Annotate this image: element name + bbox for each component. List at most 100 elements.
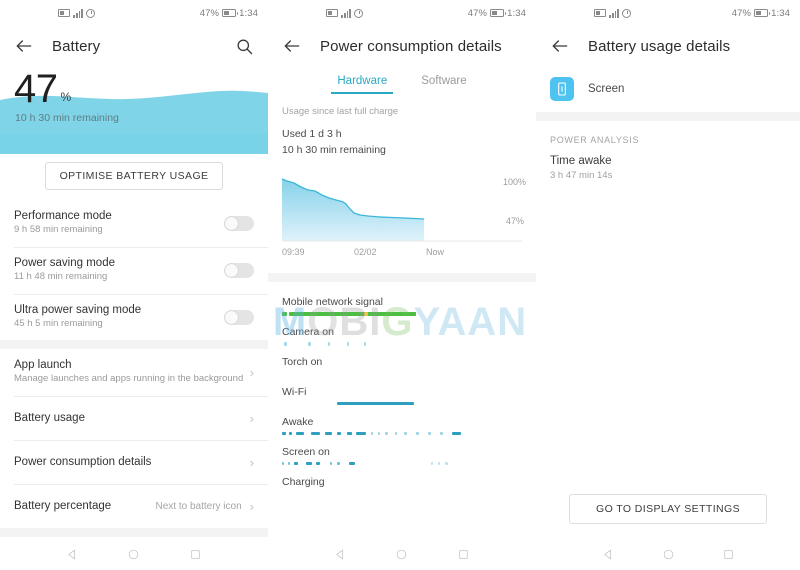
row-title: Power saving mode xyxy=(14,256,115,269)
back-arrow-icon[interactable] xyxy=(14,36,34,56)
tab-hardware[interactable]: Hardware xyxy=(331,70,394,94)
hw-segment xyxy=(349,461,356,465)
hw-segment xyxy=(356,431,366,435)
phone-screen-battery-usage-details: 47% 1:34 Battery usage details Screen PO… xyxy=(536,0,800,570)
status-bar-left-icons xyxy=(594,8,632,18)
tab-bar: Hardware Software xyxy=(268,66,536,94)
hw-timeline xyxy=(282,401,522,406)
row-battery-percentage[interactable]: Battery percentage Next to battery icon … xyxy=(0,484,268,528)
display-settings-button-wrap: GO TO DISPLAY SETTINGS xyxy=(536,494,800,538)
search-icon[interactable] xyxy=(235,37,254,56)
hw-segment xyxy=(363,311,369,316)
app-bar-battery: Battery xyxy=(0,26,268,66)
hw-segment xyxy=(378,431,381,435)
go-to-display-settings-button[interactable]: GO TO DISPLAY SETTINGS xyxy=(569,494,767,524)
optimise-battery-usage-button[interactable]: OPTIMISE BATTERY USAGE xyxy=(44,162,224,190)
power-saving-mode-toggle[interactable] xyxy=(224,262,254,278)
back-nav-icon[interactable] xyxy=(66,548,79,561)
panel3-filler xyxy=(536,191,800,494)
battery-hero-fill xyxy=(0,134,268,154)
hw-segment xyxy=(294,461,298,465)
home-nav-icon[interactable] xyxy=(662,548,675,561)
app-bar-battery-usage-details: Battery usage details xyxy=(536,26,800,66)
hw-segment xyxy=(315,461,321,465)
analysis-title: Time awake xyxy=(550,155,612,167)
chart-y-tick-47: 47% xyxy=(505,215,524,226)
row-title: Battery percentage xyxy=(14,500,112,513)
page-title: Power consumption details xyxy=(320,37,502,55)
phone-screen-power-consumption: 47% 1:34 Power consumption details Hardw… xyxy=(268,0,536,570)
hw-timeline xyxy=(282,311,522,316)
back-arrow-icon[interactable] xyxy=(282,36,302,56)
row-subtitle: 11 h 48 min remaining xyxy=(14,270,108,282)
section-divider-bottom xyxy=(0,528,268,538)
chevron-right-icon: › xyxy=(249,454,254,470)
hw-segment xyxy=(330,461,333,465)
hw-timeline xyxy=(282,431,522,436)
chevron-right-icon: › xyxy=(249,410,254,426)
status-bar-left-icons xyxy=(58,8,96,18)
battery-level-display: 47 % xyxy=(14,67,71,111)
vibrate-icon xyxy=(594,9,606,17)
hw-segment xyxy=(445,461,448,465)
alarm-icon xyxy=(354,8,364,18)
row-app-launch[interactable]: App launch Manage launches and apps runn… xyxy=(0,349,268,396)
recents-nav-icon[interactable] xyxy=(457,548,470,561)
home-nav-icon[interactable] xyxy=(395,548,408,561)
status-bar-right-icons: 47% 1:34 xyxy=(732,8,790,19)
status-battery-percent: 47% xyxy=(467,7,488,19)
performance-mode-toggle[interactable] xyxy=(224,215,254,231)
status-bar-2: 47% 1:34 xyxy=(268,0,536,26)
status-clock: 1:34 xyxy=(239,7,258,19)
battery-hero-card: 47 % 10 h 30 min remaining xyxy=(0,66,268,134)
back-nav-icon[interactable] xyxy=(602,548,615,561)
status-bar-right-icons: 47% 1:34 xyxy=(468,8,526,19)
vibrate-icon xyxy=(58,9,70,17)
recents-nav-icon[interactable] xyxy=(189,548,202,561)
recents-nav-icon[interactable] xyxy=(722,548,735,561)
nav-bar-3 xyxy=(536,538,800,570)
ultra-power-saving-mode-toggle[interactable] xyxy=(224,309,254,325)
hw-label: Awake xyxy=(282,415,314,428)
optimise-button-wrap: OPTIMISE BATTERY USAGE xyxy=(0,154,268,200)
hw-segment xyxy=(282,461,285,465)
hw-segment xyxy=(325,431,333,435)
hw-label: Mobile network signal xyxy=(282,295,383,308)
row-value: Next to battery icon xyxy=(155,500,242,512)
hw-segment xyxy=(296,431,304,435)
row-performance-mode[interactable]: Performance mode 9 h 58 min remaining xyxy=(0,200,268,247)
row-subtitle: 45 h 5 min remaining xyxy=(14,317,103,329)
row-title: Ultra power saving mode xyxy=(14,303,142,316)
back-arrow-icon[interactable] xyxy=(550,36,570,56)
battery-icon xyxy=(490,9,507,17)
hw-label: Torch on xyxy=(282,355,323,368)
hw-segment xyxy=(337,401,414,405)
signal-icon xyxy=(609,8,620,18)
hw-timeline xyxy=(282,492,522,496)
row-battery-usage[interactable]: Battery usage › xyxy=(0,396,268,440)
battery-level-number: 47 xyxy=(14,67,58,111)
chevron-right-icon: › xyxy=(249,498,254,514)
hw-label: Screen on xyxy=(282,445,330,458)
status-bar-3: 47% 1:34 xyxy=(536,0,800,26)
hw-segment xyxy=(310,431,321,435)
hw-segment xyxy=(394,431,398,435)
home-nav-icon[interactable] xyxy=(127,548,140,561)
row-power-consumption-details[interactable]: Power consumption details › xyxy=(0,440,268,484)
row-ultra-power-saving-mode[interactable]: Ultra power saving mode 45 h 5 min remai… xyxy=(0,293,268,341)
status-bar-left-icons xyxy=(326,8,364,18)
alarm-icon xyxy=(622,8,632,18)
row-power-saving-mode[interactable]: Power saving mode 11 h 48 min remaining xyxy=(0,246,268,294)
status-bar-right-icons: 47% 1:34 xyxy=(200,8,258,19)
hardware-usage-list: Mobile network signal Camera on Torch on… xyxy=(268,281,536,500)
battery-options-list: App launch Manage launches and apps runn… xyxy=(0,349,268,529)
battery-icon xyxy=(222,9,239,17)
tab-software[interactable]: Software xyxy=(419,70,468,94)
hw-segment xyxy=(428,431,431,435)
hw-item-mobile-network-signal: Mobile network signal xyxy=(268,290,536,320)
row-title: App launch xyxy=(14,359,72,372)
panel2-filler xyxy=(268,499,536,538)
usage-used: Used 1 d 3 h xyxy=(282,128,342,140)
hw-segment xyxy=(404,431,407,435)
back-nav-icon[interactable] xyxy=(334,548,347,561)
